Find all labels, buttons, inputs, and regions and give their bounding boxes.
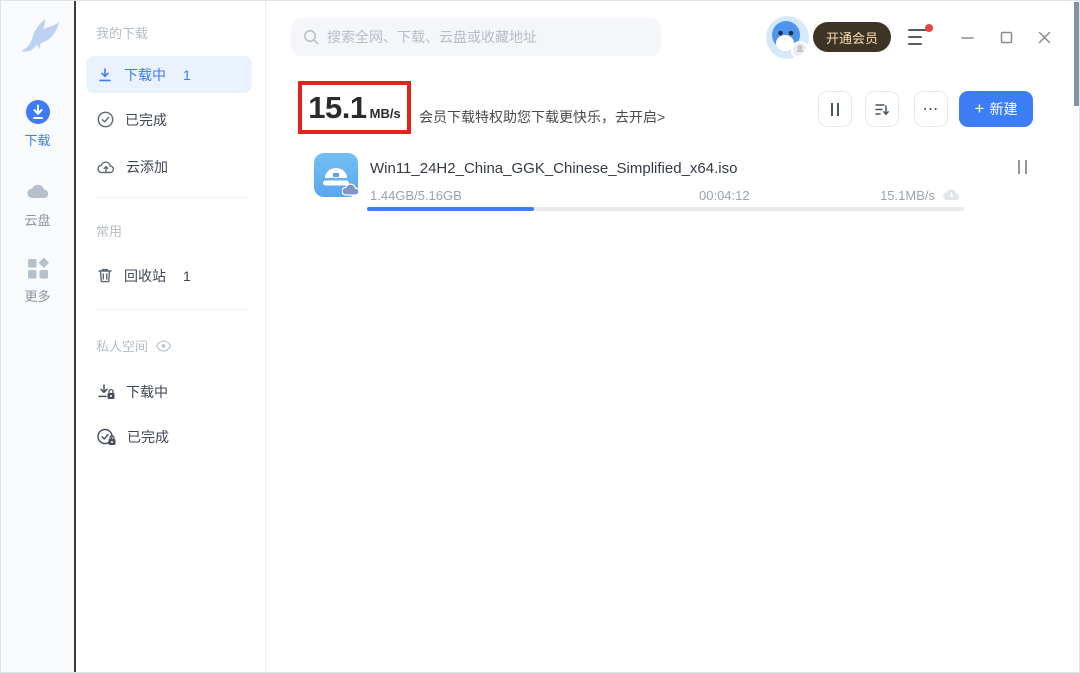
download-task-row[interactable]: Win11_24H2_China_GGK_Chinese_Simplified_… [267,147,1057,217]
cloud-upload-icon [97,159,115,175]
more-actions-button[interactable]: ⋯ [914,91,948,127]
rail-cloud-label: 云盘 [1,210,74,229]
download-icon [97,67,113,83]
speed-cloud-icon [943,187,960,201]
thunder-logo-icon [15,15,63,63]
private-completed-label: 已完成 [127,427,169,447]
section-my-downloads: 我的下载 [96,23,148,42]
minimize-icon [960,30,975,45]
cloud-icon [25,179,51,205]
sidebar-item-recycle-bin[interactable]: 回收站 1 [86,257,252,294]
trash-icon [97,267,113,284]
sort-icon [874,102,890,117]
sidebar-divider [96,309,248,310]
progress-bar [367,207,964,211]
download-speed-unit: MB/s [370,106,401,121]
search-input[interactable] [327,29,649,45]
more-grid-icon [25,255,51,281]
maximize-icon [999,30,1014,45]
cloud-add-label: 云添加 [126,157,168,177]
pause-icon [831,103,839,116]
app-window: 下载 云盘 更多 我的下载 [0,0,1080,673]
private-downloading-label: 下载中 [126,382,168,402]
recycle-bin-label: 回收站 [124,266,166,286]
avatar[interactable] [766,16,809,59]
task-pause-button[interactable] [1018,160,1027,174]
sidebar-divider [96,197,248,198]
ellipsis-icon: ⋯ [923,99,940,119]
plus-icon: + [975,99,985,119]
rail-item-download[interactable]: 下载 [1,99,74,149]
sidebar-item-private-completed[interactable]: 已完成 [86,418,252,455]
pause-all-button[interactable] [818,91,852,127]
sidebar-item-downloading[interactable]: 下载中 1 [86,56,252,93]
download-time-remaining: 00:04:12 [699,188,750,203]
sidebar-item-private-downloading[interactable]: 下载中 [86,373,252,410]
rail-item-more[interactable]: 更多 [1,255,74,305]
sidebar-item-completed[interactable]: 已完成 [86,101,252,138]
download-speed-value: 15.1 [308,90,366,126]
minimize-button[interactable] [957,27,977,47]
section-private-space: 私人空间 [96,336,172,355]
download-speed: 15.1MB/s [857,188,935,203]
section-common: 常用 [96,221,122,240]
rail-item-cloud-drive[interactable]: 云盘 [1,179,74,229]
sort-button[interactable] [865,91,899,127]
menu-icon[interactable] [908,29,932,47]
scrollbar-thumb[interactable] [1074,2,1079,106]
download-circle-icon [25,99,51,125]
search-bar[interactable] [291,18,661,56]
downloading-label: 下载中 [124,65,166,85]
search-icon [303,29,319,45]
download-size-progress: 1.44GB/5.16GB [370,188,462,203]
download-lock-icon [97,383,115,400]
activate-membership-button[interactable]: 开通会员 [813,22,891,52]
private-space-label: 私人空间 [96,336,148,355]
download-file-name: Win11_24H2_China_GGK_Chinese_Simplified_… [370,160,737,177]
sidebar: 我的下载 下载中 1 已完成 云添加 常用 [78,1,266,673]
close-icon [1037,30,1052,45]
check-circle-icon [97,111,114,128]
close-button[interactable] [1034,27,1054,47]
completed-label: 已完成 [125,110,167,130]
sidebar-item-cloud-add[interactable]: 云添加 [86,148,252,185]
cloud-badge-icon [342,183,360,196]
progress-fill [367,207,534,211]
downloading-count: 1 [183,67,191,83]
eye-icon[interactable] [155,340,172,352]
new-task-label: 新建 [989,99,1017,119]
speed-annotation-box: 15.1 MB/s [298,81,411,134]
main-panel: 开通会员 15.1 MB/s 会员下载特权助您下载更快乐，去开启> [267,1,1080,673]
recycle-bin-count: 1 [183,268,191,284]
left-rail: 下载 云盘 更多 [1,1,76,673]
check-circle-lock-icon [97,428,116,446]
rail-download-label: 下载 [1,130,74,149]
notification-dot [925,24,933,32]
new-task-button[interactable]: + 新建 [959,91,1033,127]
membership-promo-link[interactable]: 会员下载特权助您下载更快乐，去开启> [419,107,665,127]
rail-more-label: 更多 [1,286,74,305]
maximize-button[interactable] [996,27,1016,47]
